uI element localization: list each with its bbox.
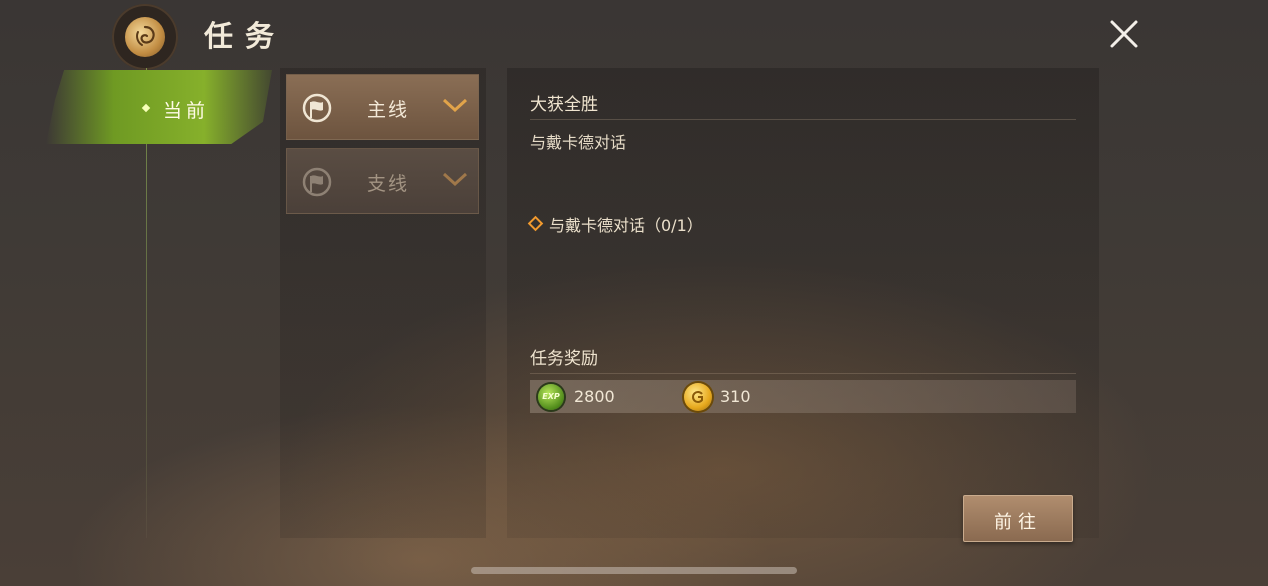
quest-description: 与戴卡德对话 — [530, 133, 627, 152]
quest-objective: 与戴卡德对话（0/1） — [527, 212, 703, 236]
gold-coin-icon — [684, 383, 712, 411]
divider — [530, 119, 1076, 120]
quest-name: 大获全胜 — [530, 95, 598, 115]
objective-marker-icon — [527, 215, 544, 232]
home-indicator[interactable] — [471, 567, 797, 574]
close-icon — [1110, 20, 1138, 48]
tab-side-quest[interactable]: 支线 — [286, 148, 479, 214]
go-button[interactable]: 前往 — [963, 495, 1073, 542]
page-title: 任务 — [204, 19, 287, 53]
objective-text: 与戴卡德对话（0/1） — [549, 216, 703, 235]
exp-icon: EXP — [538, 384, 564, 410]
rewards-title: 任务奖励 — [530, 349, 598, 369]
tab-label: 主线 — [367, 99, 410, 121]
flag-icon — [302, 167, 332, 197]
chevron-down-icon — [442, 98, 468, 113]
tab-label: 支线 — [367, 173, 410, 195]
divider — [530, 373, 1076, 374]
category-label: 当前 — [163, 100, 210, 122]
active-dot-icon — [141, 103, 151, 113]
category-current[interactable]: 当前 — [46, 70, 272, 144]
chevron-down-icon — [442, 172, 468, 187]
flag-icon — [302, 93, 332, 123]
exp-reward-value: 2800 — [574, 387, 615, 406]
gold-reward-value: 310 — [720, 387, 751, 406]
dragon-emblem-icon — [112, 4, 178, 70]
go-button-label: 前往 — [994, 512, 1042, 533]
tab-main-quest[interactable]: 主线 — [286, 74, 479, 140]
close-button[interactable] — [1104, 14, 1144, 54]
